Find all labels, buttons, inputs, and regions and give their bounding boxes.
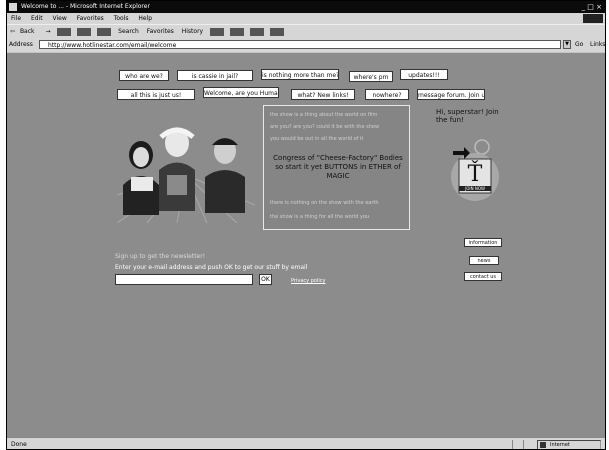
mail-icon[interactable]: [210, 27, 225, 36]
menu-file[interactable]: File: [7, 13, 25, 24]
stop-icon[interactable]: [57, 27, 72, 36]
history-button[interactable]: History: [179, 25, 206, 39]
menu-bar: File Edit View Favorites Tools Help: [7, 13, 605, 24]
address-label: Address: [9, 41, 33, 48]
status-text: Done: [11, 441, 27, 448]
intro-line: are you? are you? could it be with the s…: [270, 124, 380, 130]
status-divider: [512, 440, 513, 449]
back-button[interactable]: ⇦ Back: [7, 25, 41, 39]
page-content: who are we? is cassie in jail? is nothin…: [7, 53, 605, 437]
intro-main-text: Congress of "Cheese-Factory" Bodies so s…: [273, 154, 403, 180]
address-bar: Address http://www.hotlinestar.com/email…: [7, 38, 605, 52]
standard-toolbar: ⇦ Back → Search Favorites History: [7, 24, 605, 39]
menu-favorites[interactable]: Favorites: [73, 13, 108, 24]
nav-updates[interactable]: updates!!!: [400, 69, 448, 80]
join-logo-label: JOIN NOW: [464, 186, 485, 191]
nav-nowhere[interactable]: nowhere?: [365, 89, 409, 100]
home-icon[interactable]: [97, 27, 112, 36]
go-button[interactable]: Go: [575, 38, 583, 52]
link-news[interactable]: news: [469, 256, 499, 265]
window-controls[interactable]: _ □ ×: [582, 3, 602, 11]
nav-human[interactable]: Welcome, are you Human?: [203, 87, 279, 98]
menu-tools[interactable]: Tools: [110, 13, 133, 24]
newsletter-heading: Sign up to get the newsletter!: [115, 253, 206, 260]
favorites-button[interactable]: Favorites: [144, 25, 177, 39]
menu-edit[interactable]: Edit: [27, 13, 47, 24]
newsletter-description: Enter your e-mail address and push OK to…: [115, 264, 308, 271]
discuss-icon[interactable]: [269, 27, 284, 36]
email-field[interactable]: [115, 274, 253, 285]
link-information[interactable]: information: [464, 238, 502, 247]
nav-message-forum[interactable]: message forum. Join us!: [417, 89, 485, 100]
intro-line: the show is a thing for all the world yo…: [270, 214, 370, 220]
nav-wheres-pm[interactable]: where's pm: [349, 71, 393, 82]
welcome-text: Hi, superstar! Join the fun!: [436, 108, 499, 124]
intro-line: the show is a thing about the world on f…: [270, 112, 378, 118]
nav-who-are-we[interactable]: who are we?: [119, 70, 169, 81]
status-divider: [523, 440, 524, 449]
address-dropdown-icon[interactable]: ▼: [563, 40, 571, 49]
menu-view[interactable]: View: [49, 13, 71, 24]
nav-nothing-more[interactable]: is nothing more than me?: [261, 69, 339, 80]
title-bar: Welcome to ... - Microsoft Internet Expl…: [7, 1, 605, 13]
link-contact[interactable]: contact us: [464, 272, 502, 281]
edit-icon[interactable]: [249, 27, 264, 36]
join-logo-badge[interactable]: Ť JOIN NOW: [444, 137, 506, 203]
privacy-link[interactable]: Privacy policy: [291, 278, 325, 284]
ok-button[interactable]: OK: [259, 274, 272, 285]
menu-help[interactable]: Help: [134, 13, 156, 24]
nav-all-this[interactable]: all this is just us!: [117, 89, 195, 100]
search-button[interactable]: Search: [115, 25, 142, 39]
band-photo: [117, 127, 255, 223]
browser-window: Welcome to ... - Microsoft Internet Expl…: [6, 0, 606, 450]
svg-text:Ť: Ť: [468, 160, 483, 187]
windows-logo-icon: [583, 14, 603, 23]
nav-new-links[interactable]: what? New links!: [291, 89, 355, 100]
links-button[interactable]: Links: [590, 38, 605, 52]
intro-line: there is nothing on the show with the ea…: [270, 200, 379, 206]
security-zone: Internet: [537, 440, 601, 449]
intro-text-box: the show is a thing about the world on f…: [263, 105, 410, 230]
back-label: Back: [19, 28, 35, 35]
status-bar: Done Internet: [7, 437, 605, 449]
intro-line: you would be out in all the world of it: [270, 136, 364, 142]
forward-button[interactable]: →: [42, 25, 53, 39]
address-input[interactable]: http://www.hotlinestar.com/email/welcome: [39, 40, 561, 49]
refresh-icon[interactable]: [77, 27, 92, 36]
print-icon[interactable]: [229, 27, 244, 36]
window-title: Welcome to ... - Microsoft Internet Expl…: [21, 3, 150, 10]
nav-cassie[interactable]: is cassie in jail?: [177, 70, 253, 81]
ie-icon: [9, 3, 17, 11]
